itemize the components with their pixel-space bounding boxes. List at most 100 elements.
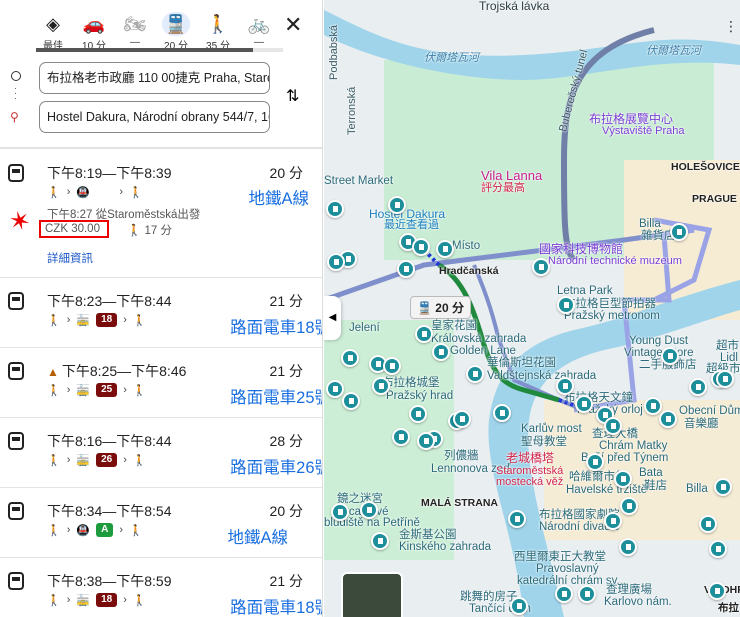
saved-place-pin-icon[interactable]: [614, 470, 632, 488]
saved-place-pin-icon[interactable]: [620, 497, 638, 515]
close-icon[interactable]: ✕: [284, 12, 302, 38]
map-label[interactable]: 華倫斯坦花園: [487, 357, 556, 369]
details-link[interactable]: 詳細資訊: [47, 250, 93, 266]
saved-place-pin-icon[interactable]: [415, 325, 433, 343]
saved-place-pin-icon[interactable]: [466, 365, 484, 383]
route-option[interactable]: 下午8:16—下午8:44 28 分 🚶 › 🚋 26 › 🚶 路面電車26號: [0, 418, 322, 488]
saved-place-pin-icon[interactable]: [532, 258, 550, 276]
saved-place-pin-icon[interactable]: [644, 397, 662, 415]
map-label[interactable]: 超市: [716, 340, 739, 352]
map-label[interactable]: 跳舞的房子: [460, 591, 518, 603]
map-label[interactable]: 伏爾塔瓦河: [646, 45, 701, 57]
map-label[interactable]: 金斯基公園: [399, 529, 457, 541]
map-label[interactable]: 老城橋塔: [506, 452, 554, 464]
saved-place-pin-icon[interactable]: [409, 405, 427, 423]
saved-place-pin-icon[interactable]: [508, 510, 526, 528]
saved-place-pin-icon[interactable]: [556, 377, 574, 395]
saved-place-pin-icon[interactable]: [341, 349, 359, 367]
saved-place-pin-icon[interactable]: [604, 417, 622, 435]
saved-place-pin-icon[interactable]: [555, 585, 573, 603]
map-label[interactable]: 列儂牆: [444, 450, 479, 462]
saved-place-pin-icon[interactable]: [436, 240, 454, 258]
map-label[interactable]: HOLEŠOVICE: [671, 161, 740, 173]
map-label[interactable]: Young Dust: [629, 335, 688, 347]
map-label[interactable]: 國家科技博物館: [539, 243, 623, 255]
map-label[interactable]: Jelení: [349, 322, 380, 334]
map-label[interactable]: Bata: [639, 467, 663, 479]
map-label[interactable]: Místo: [452, 240, 480, 252]
map-label[interactable]: 布拉: [718, 602, 739, 614]
map-label[interactable]: Obecní Dům: [679, 405, 740, 417]
saved-place-pin-icon[interactable]: [342, 392, 360, 410]
saved-place-pin-icon[interactable]: [708, 582, 726, 600]
map-label[interactable]: 聖母教堂: [521, 436, 567, 448]
map-label[interactable]: Valdštejnská zahrada: [487, 370, 596, 382]
map-label[interactable]: Trojská lávka: [479, 0, 549, 12]
saved-place-pin-icon[interactable]: [604, 512, 622, 530]
map-label[interactable]: 音樂廳: [684, 418, 719, 430]
saved-place-pin-icon[interactable]: [493, 404, 511, 422]
collapse-panel-button[interactable]: ◀: [324, 296, 341, 340]
route-option[interactable]: 下午8:23—下午8:44 21 分 🚶 › 🚋 18 › 🚶 路面電車18號: [0, 278, 322, 348]
map-label[interactable]: Kinského zahrada: [399, 541, 491, 553]
map-label[interactable]: Vintage Store: [624, 347, 693, 359]
map-label[interactable]: 評分最高: [481, 182, 525, 194]
map-label[interactable]: Národní technické muzeum: [548, 255, 682, 267]
map-label[interactable]: Golden Lane: [450, 345, 516, 357]
map-label[interactable]: 最近查看過: [384, 219, 439, 231]
map-label[interactable]: Havelské tržiště: [566, 484, 647, 496]
saved-place-pin-icon[interactable]: [661, 347, 679, 365]
mode-drive[interactable]: 🚗 10 分: [76, 12, 112, 52]
map-label[interactable]: Pražský metronom: [564, 310, 660, 322]
saved-place-pin-icon[interactable]: [714, 478, 732, 496]
map-label[interactable]: 布拉格巨型節拍器: [564, 298, 656, 310]
saved-place-pin-icon[interactable]: [371, 532, 389, 550]
saved-place-pin-icon[interactable]: [709, 540, 727, 558]
saved-place-pin-icon[interactable]: [392, 428, 410, 446]
saved-place-pin-icon[interactable]: [397, 260, 415, 278]
route-duration-tag[interactable]: 🚆 20 分: [410, 296, 471, 319]
saved-place-pin-icon[interactable]: [432, 343, 450, 361]
map-label[interactable]: Pravoslavný: [536, 563, 599, 575]
map-label[interactable]: Pražský hrad: [386, 390, 453, 402]
saved-place-pin-icon[interactable]: [578, 585, 596, 603]
saved-place-pin-icon[interactable]: [453, 410, 471, 428]
origin-input[interactable]: 布拉格老市政廳 110 00捷克 Praha, Staroměstské: [39, 62, 270, 94]
saved-place-pin-icon[interactable]: [689, 378, 707, 396]
saved-place-pin-icon[interactable]: [326, 380, 344, 398]
mode-bike[interactable]: 🚲 —: [241, 12, 277, 48]
saved-place-pin-icon[interactable]: [575, 395, 593, 413]
route-option[interactable]: 下午8:34—下午8:54 20 分 🚶 › 🚇 A › 🚶 地鐵A線: [0, 488, 322, 558]
map-label[interactable]: 鞋店: [644, 480, 667, 492]
map-label[interactable]: Chrám Matky: [599, 440, 667, 452]
map-label[interactable]: Karlovo nám.: [604, 596, 672, 608]
saved-place-pin-icon[interactable]: [360, 501, 378, 519]
map-label[interactable]: 西里爾東正大教堂: [514, 551, 606, 563]
mode-transit[interactable]: 🚆 20 分: [158, 12, 194, 52]
destination-input[interactable]: Hostel Dakura, Národní obrany 544/7, 160: [39, 101, 270, 133]
saved-place-pin-icon[interactable]: [670, 223, 688, 241]
saved-place-pin-icon[interactable]: [327, 253, 345, 271]
map-label[interactable]: Billa: [639, 218, 661, 230]
map-label[interactable]: Billa: [686, 483, 708, 495]
map[interactable]: ⋮⋮ Trojská lávka伏爾塔瓦河伏爾塔瓦河PodbabskáTerro…: [324, 0, 740, 617]
saved-place-pin-icon[interactable]: [412, 238, 430, 256]
layers-thumbnail[interactable]: [341, 572, 403, 617]
map-label[interactable]: Terronská: [346, 87, 358, 135]
swap-icon[interactable]: ⇅: [286, 86, 299, 106]
map-label[interactable]: 布拉格城堡: [382, 377, 440, 389]
map-label[interactable]: 布拉格展覽中心: [589, 113, 673, 125]
saved-place-pin-icon[interactable]: [557, 296, 575, 314]
map-label[interactable]: 查理廣場: [606, 584, 652, 596]
mode-best[interactable]: ◈ 最佳: [35, 12, 71, 52]
saved-place-pin-icon[interactable]: [716, 370, 734, 388]
saved-place-pin-icon[interactable]: [331, 503, 349, 521]
map-label[interactable]: Výstaviště Praha: [602, 125, 685, 137]
map-label[interactable]: mostecká věž: [496, 476, 563, 488]
saved-place-pin-icon[interactable]: [326, 200, 344, 218]
map-label[interactable]: Karlův most: [521, 423, 582, 435]
mode-walk[interactable]: 🚶 35 分: [200, 12, 236, 52]
map-label[interactable]: PRAGUE 7: [692, 193, 740, 205]
saved-place-pin-icon[interactable]: [383, 357, 401, 375]
saved-place-pin-icon[interactable]: [388, 196, 406, 214]
